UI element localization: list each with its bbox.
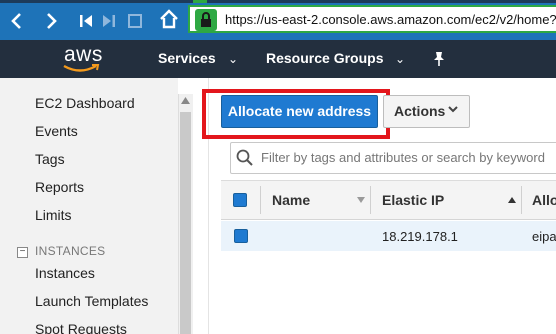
resource-groups-chevron-down-icon[interactable]: ⌄ — [395, 52, 405, 66]
column-divider — [370, 186, 371, 214]
sidebar-item-events[interactable]: Events — [35, 123, 78, 139]
back-arrow-icon[interactable] — [6, 10, 28, 32]
select-all-checkbox[interactable] — [233, 193, 247, 207]
forward-arrow-icon[interactable] — [40, 10, 62, 32]
row-checkbox[interactable] — [234, 229, 248, 243]
sort-caret-up-icon[interactable] — [508, 197, 516, 203]
skip-back-icon[interactable] — [75, 10, 97, 32]
column-header-elastic-ip[interactable]: Elastic IP — [382, 192, 444, 208]
sidebar-section-instances[interactable]: INSTANCES — [35, 244, 106, 258]
services-menu[interactable]: Services — [158, 50, 216, 66]
home-icon[interactable] — [158, 8, 180, 30]
sidebar-item-ec2-dashboard[interactable]: EC2 Dashboard — [35, 95, 135, 111]
scroll-up-icon[interactable] — [181, 97, 190, 104]
actions-button-label: Actions — [394, 103, 446, 119]
column-header-name[interactable]: Name — [272, 192, 310, 208]
url-text[interactable]: https://us-east-2.console.aws.amazon.com… — [225, 12, 556, 27]
column-divider — [521, 186, 522, 214]
sidebar-item-spot-requests[interactable]: Spot Requests — [35, 321, 127, 334]
search-placeholder: Filter by tags and attributes or search … — [261, 150, 545, 165]
allocate-new-address-button[interactable]: Allocate new address — [221, 95, 378, 128]
sidebar-item-launch-templates[interactable]: Launch Templates — [35, 293, 148, 309]
sidebar-scroll-thumb[interactable] — [180, 112, 191, 334]
skip-forward-icon[interactable] — [98, 10, 120, 32]
aws-smile-logo-icon — [63, 64, 100, 72]
services-chevron-down-icon[interactable]: ⌄ — [228, 52, 238, 66]
refresh-icon[interactable] — [124, 10, 146, 32]
sidebar-item-limits[interactable]: Limits — [35, 207, 72, 223]
lock-icon[interactable] — [195, 9, 217, 31]
cell-elastic-ip: 18.219.178.1 — [382, 229, 458, 244]
pin-icon[interactable] — [432, 51, 446, 67]
cell-allocation-id: eipa — [532, 229, 556, 244]
caret-down-icon — [448, 106, 458, 113]
sidebar-item-reports[interactable]: Reports — [35, 179, 84, 195]
sort-caret-down-icon[interactable] — [357, 197, 365, 203]
sidebar-item-instances[interactable]: Instances — [35, 265, 95, 281]
sidebar-item-tags[interactable]: Tags — [35, 151, 65, 167]
search-icon — [236, 149, 253, 166]
column-header-allocation-id[interactable]: Allo — [532, 192, 556, 208]
page: https://us-east-2.console.aws.amazon.com… — [0, 0, 556, 334]
column-divider — [260, 186, 261, 214]
collapse-section-toggle[interactable]: − — [17, 247, 28, 258]
resource-groups-menu[interactable]: Resource Groups — [266, 50, 383, 66]
